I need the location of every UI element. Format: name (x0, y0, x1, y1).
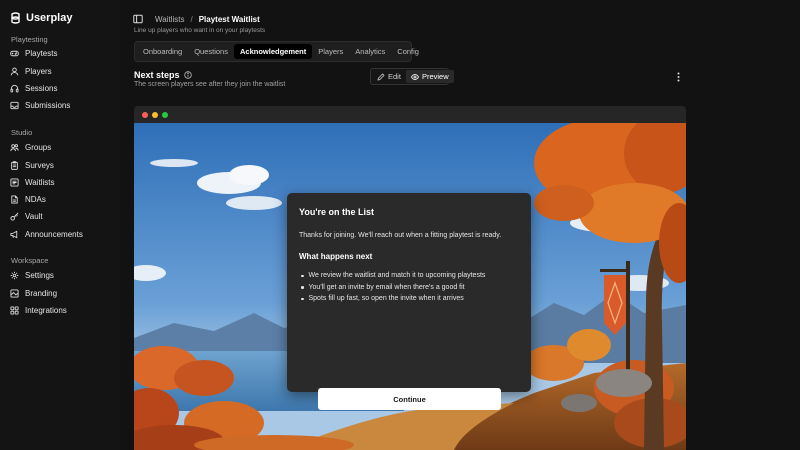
tab-onboarding[interactable]: Onboarding (137, 44, 188, 59)
window-minimize-dot (152, 111, 158, 118)
sidebar-item-label: Branding (25, 288, 58, 298)
sidebar-item-label: Announcements (25, 229, 83, 239)
page-subtitle: Line up players who want in on your play… (134, 27, 266, 34)
gamepad-icon (10, 50, 19, 56)
sidebar-item-vault[interactable]: Vault (10, 209, 114, 223)
list-icon (10, 177, 19, 187)
palette-icon (10, 288, 19, 298)
inbox-icon (10, 101, 19, 109)
sidebar-item-label: Submissions (25, 100, 71, 110)
sidebar-item-submissions[interactable]: Submissions (10, 98, 114, 112)
list-item: You'll get an invite by email when there… (299, 282, 519, 294)
preview-label: Preview (421, 72, 449, 81)
sidebar-item-settings[interactable]: Settings (10, 268, 114, 282)
sidebar-item-label: Players (25, 66, 52, 76)
tab-bar: Onboarding Questions Acknowledgement Pla… (134, 41, 419, 62)
kebab-menu-icon (677, 72, 679, 82)
sidebar-item-playtests[interactable]: Playtests (10, 46, 114, 60)
sidebar-item-surveys[interactable]: Surveys (10, 158, 114, 172)
preview-button[interactable]: Preview (405, 70, 454, 83)
page-title: Playtest Waitlist (198, 14, 260, 24)
modal-title: You're on the List (299, 207, 374, 217)
sidebar-item-label: Sessions (25, 83, 58, 93)
sidebar-item-waitlists[interactable]: Waitlists (10, 175, 114, 189)
section-label-workspace: Workspace (11, 256, 49, 265)
tab-questions[interactable]: Questions (188, 44, 234, 59)
tab-acknowledgement[interactable]: Acknowledgement (233, 44, 313, 59)
user-icon (10, 67, 19, 75)
edit-label: Edit (388, 72, 401, 81)
section-label-studio: Studio (11, 128, 33, 137)
breadcrumb-separator: / (190, 14, 193, 24)
users-icon (10, 143, 19, 151)
sidebar-item-label: Settings (25, 270, 54, 280)
list-item: Spots fill up fast, so open the invite w… (299, 293, 519, 305)
section-description: The screen players see after they join t… (134, 81, 286, 88)
sidebar-item-label: Groups (25, 142, 52, 152)
sidebar-item-label: Integrations (25, 305, 67, 315)
main-content: Waitlists / Playtest Waitlist Line up pl… (121, 0, 800, 450)
window-close-dot (142, 111, 148, 118)
sidebar-item-groups[interactable]: Groups (10, 140, 114, 154)
sidebar-item-ndas[interactable]: NDAs (10, 192, 114, 206)
section-title: Next steps (134, 70, 192, 80)
info-icon[interactable] (183, 71, 192, 79)
sidebar-item-label: Waitlists (25, 177, 55, 187)
brand-name: Userplay (26, 12, 73, 24)
document-icon (11, 194, 18, 204)
more-options-button[interactable] (673, 71, 683, 83)
continue-button[interactable]: Continue (318, 388, 501, 410)
section-title-text: Next steps (134, 70, 180, 80)
sidebar-toggle-icon[interactable] (133, 14, 143, 24)
modal-subtitle: What happens next (299, 252, 373, 261)
tab-analytics[interactable]: Analytics (349, 44, 391, 59)
pencil-icon (377, 72, 385, 81)
sidebar-item-label: Vault (25, 211, 43, 221)
sidebar-item-branding[interactable]: Branding (10, 286, 114, 300)
section-label-playtesting: Playtesting (11, 35, 48, 44)
window-titlebar (134, 106, 686, 123)
megaphone-icon (10, 230, 18, 238)
modal-body: Thanks for joining. We'll reach out when… (299, 232, 502, 239)
sidebar: Userplay Playtesting Playtests Players S… (0, 0, 120, 450)
sidebar-item-label: NDAs (25, 194, 46, 204)
headset-icon (10, 84, 19, 92)
sidebar-item-integrations[interactable]: Integrations (10, 303, 114, 317)
next-steps-list: We review the waitlist and match it to u… (299, 270, 519, 305)
tab-config[interactable]: Config (391, 44, 425, 59)
acknowledgement-modal: You're on the List Thanks for joining. W… (287, 193, 531, 392)
breadcrumb-waitlists[interactable]: Waitlists (155, 15, 184, 24)
userplay-logo-icon (11, 12, 20, 24)
clipboard-icon (11, 160, 18, 170)
eye-icon (410, 73, 419, 80)
preview-window: You're on the List Thanks for joining. W… (134, 106, 686, 450)
sidebar-item-players[interactable]: Players (10, 64, 114, 78)
sidebar-item-sessions[interactable]: Sessions (10, 81, 114, 95)
plug-icon (10, 305, 19, 315)
sidebar-item-label: Playtests (25, 48, 58, 58)
window-maximize-dot (162, 111, 168, 118)
sidebar-item-label: Surveys (25, 160, 54, 170)
tab-players[interactable]: Players (312, 44, 349, 59)
brand[interactable]: Userplay (10, 11, 72, 25)
key-icon (10, 212, 19, 221)
list-item: We review the waitlist and match it to u… (299, 270, 519, 282)
edit-button[interactable]: Edit (372, 70, 406, 83)
gear-icon (10, 271, 19, 279)
edit-preview-toggle: Edit Preview (370, 68, 454, 85)
sidebar-item-announcements[interactable]: Announcements (10, 227, 114, 241)
breadcrumb: Waitlists / Playtest Waitlist (133, 13, 260, 25)
